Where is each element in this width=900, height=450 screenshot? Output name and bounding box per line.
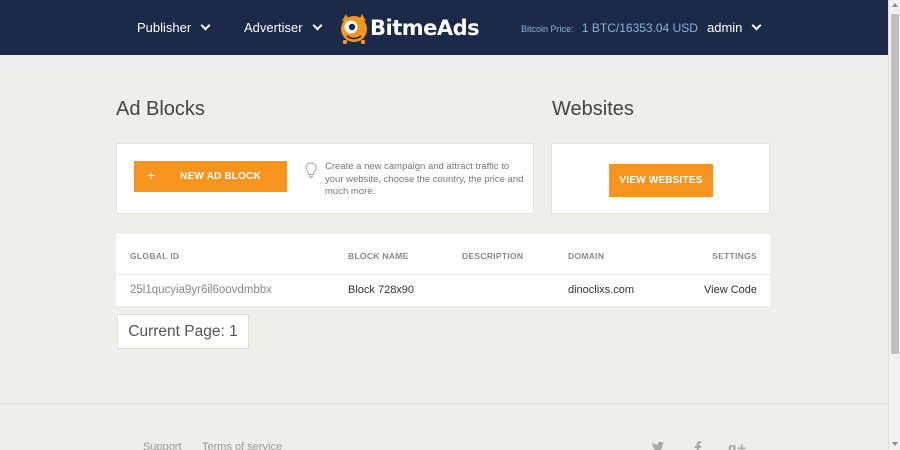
bitcoin-price-label: Bitcoin Price: xyxy=(521,24,574,34)
scroll-down-icon[interactable] xyxy=(892,442,898,446)
current-page-indicator: Current Page: 1 xyxy=(117,314,249,349)
ad-blocks-table: GLOBAL ID BLOCK NAME DESCRIPTION DOMAIN … xyxy=(116,234,770,306)
cell-domain: dinoclixs.com xyxy=(568,284,635,296)
facebook-icon[interactable] xyxy=(691,440,705,450)
col-global-id: GLOBAL ID xyxy=(130,251,180,261)
scroll-up-icon[interactable] xyxy=(892,3,898,7)
col-description: DESCRIPTION xyxy=(462,251,524,261)
chevron-down-icon xyxy=(751,20,762,31)
col-block-name: BLOCK NAME xyxy=(348,251,409,261)
view-websites-button[interactable]: VIEW WEBSITES xyxy=(609,164,713,197)
ad-block-hint: Create a new campaign and attract traffi… xyxy=(325,161,524,197)
scrollbar-thumb[interactable] xyxy=(891,14,899,354)
brand-name: BitmeAds xyxy=(370,16,480,40)
user-name: admin xyxy=(707,20,743,35)
col-settings: SETTINGS xyxy=(712,251,757,261)
cell-block-name: Block 728x90 xyxy=(348,284,415,296)
lightbulb-icon xyxy=(305,162,317,179)
nav-advertiser-label: Advertiser xyxy=(244,20,303,35)
page-scrollbar[interactable] xyxy=(888,0,900,450)
footer-support-link[interactable]: Support xyxy=(143,441,182,450)
view-code-link[interactable]: View Code xyxy=(704,284,757,296)
row-divider xyxy=(116,274,770,275)
ad-blocks-title: Ad Blocks xyxy=(116,98,205,120)
top-navbar: Publisher Advertiser BitmeAds Bitcoin Pr… xyxy=(0,0,888,55)
mascot-icon xyxy=(341,14,367,44)
brand-logo[interactable]: BitmeAds xyxy=(338,10,480,46)
nav-advertiser[interactable]: Advertiser xyxy=(244,20,322,35)
user-menu[interactable]: admin xyxy=(707,20,762,35)
chevron-down-icon xyxy=(312,20,322,31)
bitcoin-price: Bitcoin Price: 1 BTC/16353.04 USD xyxy=(521,21,698,35)
svg-text:g+: g+ xyxy=(728,441,746,450)
nav-publisher[interactable]: Publisher xyxy=(137,20,211,35)
cell-global-id: 25l1qucyia9yr6il6oovdmbbx xyxy=(130,284,272,296)
footer-divider xyxy=(0,403,888,404)
ad-blocks-card: + NEW AD BLOCK Create a new campaign and… xyxy=(116,143,534,214)
bitcoin-price-value: 1 BTC/16353.04 USD xyxy=(581,21,698,35)
plus-icon: + xyxy=(147,167,156,183)
google-plus-icon[interactable]: g+ xyxy=(728,440,746,450)
websites-title: Websites xyxy=(552,98,634,120)
nav-publisher-label: Publisher xyxy=(137,20,192,35)
new-ad-block-label: NEW AD BLOCK xyxy=(180,171,261,182)
websites-card: VIEW WEBSITES xyxy=(551,143,770,214)
twitter-icon[interactable] xyxy=(651,440,665,450)
footer-terms-link[interactable]: Terms of service xyxy=(202,441,282,450)
chevron-down-icon xyxy=(200,20,211,31)
col-domain: DOMAIN xyxy=(568,251,605,261)
new-ad-block-button[interactable]: + NEW AD BLOCK xyxy=(134,161,287,192)
